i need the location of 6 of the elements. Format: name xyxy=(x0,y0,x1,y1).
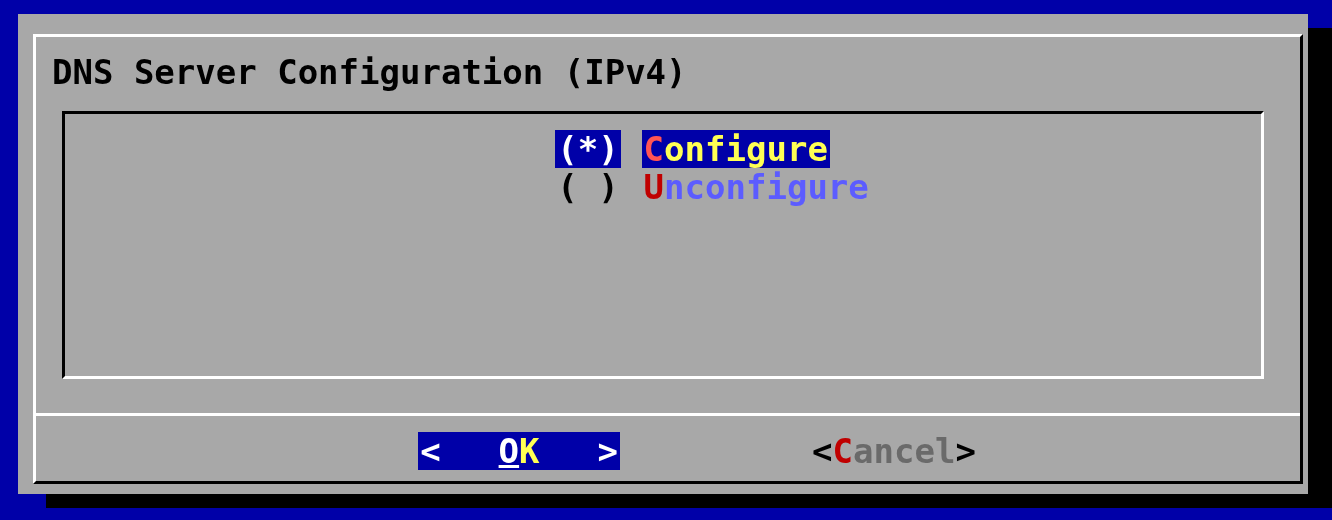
radio-button[interactable]: ( ) xyxy=(555,168,621,206)
option-label[interactable]: Configure xyxy=(641,130,830,168)
radio-button[interactable]: (*) xyxy=(555,130,621,168)
dialog-title: DNS Server Configuration (IPv4) xyxy=(51,51,688,91)
dialog-button[interactable]: < OK > xyxy=(418,432,621,470)
dialog-button[interactable]: <Cancel> xyxy=(810,432,978,470)
